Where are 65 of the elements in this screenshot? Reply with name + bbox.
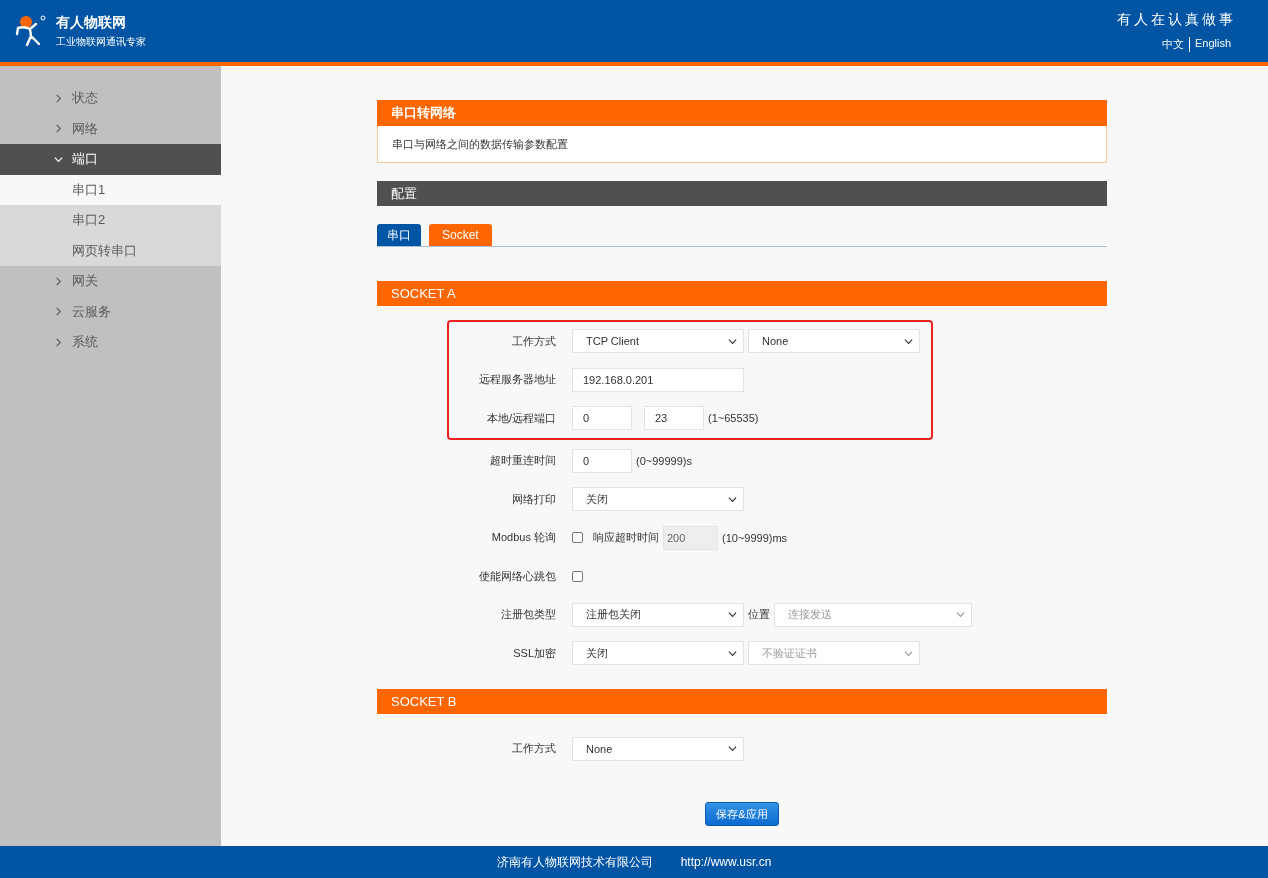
field-label: 工作方式 xyxy=(511,333,557,349)
dropdown[interactable]: None xyxy=(572,736,744,761)
checkbox[interactable] xyxy=(572,570,583,582)
chevron-down-icon xyxy=(904,336,913,346)
chevron-down-icon xyxy=(54,154,63,164)
logo-icon xyxy=(14,14,48,48)
brand-name: 有人物联网 xyxy=(56,13,127,32)
dropdown[interactable]: 关闭 xyxy=(572,641,744,666)
sidebar-subitem[interactable]: 串口1 xyxy=(0,174,221,205)
section-title: SOCKET B xyxy=(377,688,1107,714)
input-field[interactable]: 0 xyxy=(572,406,632,431)
section-title: 配置 xyxy=(377,181,1107,206)
field-note: (1~65535) xyxy=(708,412,759,425)
field-note: 响应超时时间 xyxy=(593,530,659,546)
sidebar-item[interactable]: 云服务 xyxy=(0,296,221,327)
field-label: 注册包类型 xyxy=(500,607,557,623)
chevron-down-icon xyxy=(904,648,913,658)
sidebar-subitem[interactable]: 网页转串口 xyxy=(0,235,221,266)
chevron-right-icon xyxy=(54,124,63,134)
input-field[interactable]: 192.168.0.201 xyxy=(572,367,744,392)
input-field[interactable]: 0 xyxy=(572,448,632,473)
website-link[interactable]: http://www.usr.cn xyxy=(680,855,772,869)
dropdown[interactable]: 注册包关闭 xyxy=(572,602,744,627)
sidebar-item[interactable]: 系统 xyxy=(0,327,221,358)
chevron-down-icon xyxy=(728,648,737,658)
tagline: 工业物联网通讯专家 xyxy=(56,34,146,49)
checkbox[interactable] xyxy=(572,532,583,544)
sidebar-subitem[interactable]: 串口2 xyxy=(0,205,221,236)
field-label: 网络打印 xyxy=(511,491,557,507)
chevron-down-icon xyxy=(728,336,737,346)
field-note: (0~99999)s xyxy=(636,454,692,467)
language-link[interactable]: English xyxy=(1188,36,1236,52)
chevron-right-icon xyxy=(54,276,63,286)
panel-description: 串口与网络之间的数据传输参数配置 xyxy=(377,126,1107,163)
chevron-right-icon xyxy=(54,93,63,103)
field-label: 使能网络心跳包 xyxy=(478,568,557,584)
slogan: 有人在认真做事 xyxy=(1117,10,1236,29)
dropdown[interactable]: None xyxy=(748,329,920,354)
dropdown[interactable]: TCP Client xyxy=(572,329,744,354)
chevron-down-icon xyxy=(956,610,965,620)
panel-title: 串口转网络 xyxy=(377,100,1107,126)
language-link[interactable]: 中文 xyxy=(1156,36,1189,52)
field-label: 本地/远程端口 xyxy=(485,410,557,426)
sidebar-item[interactable]: 网关 xyxy=(0,266,221,297)
field-note: (10~9999)ms xyxy=(722,531,788,544)
chevron-right-icon xyxy=(54,307,63,317)
sidebar-item[interactable]: 端口 xyxy=(0,144,221,175)
chevron-down-icon xyxy=(728,494,737,504)
sidebar-item[interactable]: 状态 xyxy=(0,83,221,114)
field-label: 远程服务器地址 xyxy=(478,372,557,388)
save-button[interactable]: 保存&应用 xyxy=(705,802,779,826)
chevron-down-icon xyxy=(728,610,737,620)
tab[interactable]: 串口 xyxy=(377,224,421,246)
input-field[interactable]: 23 xyxy=(644,406,704,431)
chevron-down-icon xyxy=(728,744,737,754)
field-label: SSL加密 xyxy=(512,645,557,661)
dropdown[interactable]: 关闭 xyxy=(572,487,744,512)
field-label: Modbus 轮询 xyxy=(490,530,557,546)
field-label: 工作方式 xyxy=(511,741,557,757)
chevron-right-icon xyxy=(54,337,63,347)
field-note: 位置 xyxy=(748,607,770,623)
section-title: SOCKET A xyxy=(377,281,1107,306)
sidebar-item[interactable]: 网络 xyxy=(0,113,221,144)
company-name: 济南有人物联网技术有限公司 xyxy=(496,853,653,871)
field-label: 超时重连时间 xyxy=(489,453,557,469)
